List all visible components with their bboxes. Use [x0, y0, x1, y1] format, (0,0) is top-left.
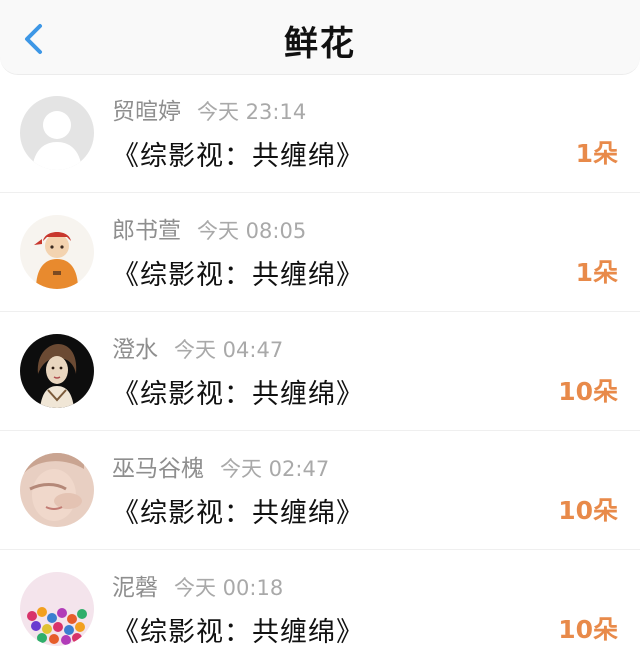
book-title[interactable]: 《综影视：共缠绵》 — [112, 610, 364, 649]
default-user-avatar-icon — [20, 96, 94, 170]
timestamp: 今天 02:47 — [220, 457, 330, 481]
illustrated-woman-avatar-icon — [20, 334, 94, 408]
photo-face-avatar-icon — [20, 453, 94, 527]
avatar[interactable] — [20, 215, 94, 289]
list-item[interactable]: 巫马谷槐 今天 02:47 《综影视：共缠绵》 10朵 — [0, 431, 640, 550]
list-item[interactable]: 澄水 今天 04:47 《综影视：共缠绵》 10朵 — [0, 312, 640, 431]
flower-count: 10朵 — [558, 496, 618, 525]
user-name[interactable]: 贸暄婷 — [112, 99, 181, 125]
book-title[interactable]: 《综影视：共缠绵》 — [112, 491, 364, 530]
avatar[interactable] — [20, 453, 94, 527]
timestamp: 今天 08:05 — [197, 219, 307, 243]
flower-gift-list: 贸暄婷 今天 23:14 《综影视：共缠绵》 1朵 郎书萱 今天 08:05 《综影… — [0, 74, 640, 668]
list-item[interactable]: 郎书萱 今天 08:05 《综影视：共缠绵》 1朵 — [0, 193, 640, 312]
user-name[interactable]: 巫马谷槐 — [112, 456, 204, 482]
flower-count: 1朵 — [575, 258, 618, 287]
cartoon-child-avatar-icon — [20, 215, 94, 289]
book-title[interactable]: 《综影视：共缠绵》 — [112, 372, 364, 411]
book-title[interactable]: 《综影视：共缠绵》 — [112, 134, 364, 173]
nav-bar: 鲜花 — [0, 0, 640, 75]
avatar[interactable] — [20, 96, 94, 170]
flower-count: 10朵 — [558, 377, 618, 406]
colorful-beads-avatar-icon — [20, 572, 94, 646]
user-name[interactable]: 泥磬 — [112, 575, 158, 601]
user-name[interactable]: 澄水 — [112, 337, 158, 363]
page-title: 鲜花 — [284, 24, 356, 64]
flower-count: 1朵 — [575, 139, 618, 168]
user-name[interactable]: 郎书萱 — [112, 218, 181, 244]
list-item[interactable]: 泥磬 今天 00:18 《综影视：共缠绵》 10朵 — [0, 550, 640, 668]
book-title[interactable]: 《综影视：共缠绵》 — [112, 253, 364, 292]
timestamp: 今天 04:47 — [174, 338, 284, 362]
flower-count: 10朵 — [558, 615, 618, 644]
timestamp: 今天 00:18 — [174, 576, 284, 600]
avatar[interactable] — [20, 334, 94, 408]
list-item[interactable]: 贸暄婷 今天 23:14 《综影视：共缠绵》 1朵 — [0, 74, 640, 193]
avatar[interactable] — [20, 572, 94, 646]
timestamp: 今天 23:14 — [197, 100, 307, 124]
